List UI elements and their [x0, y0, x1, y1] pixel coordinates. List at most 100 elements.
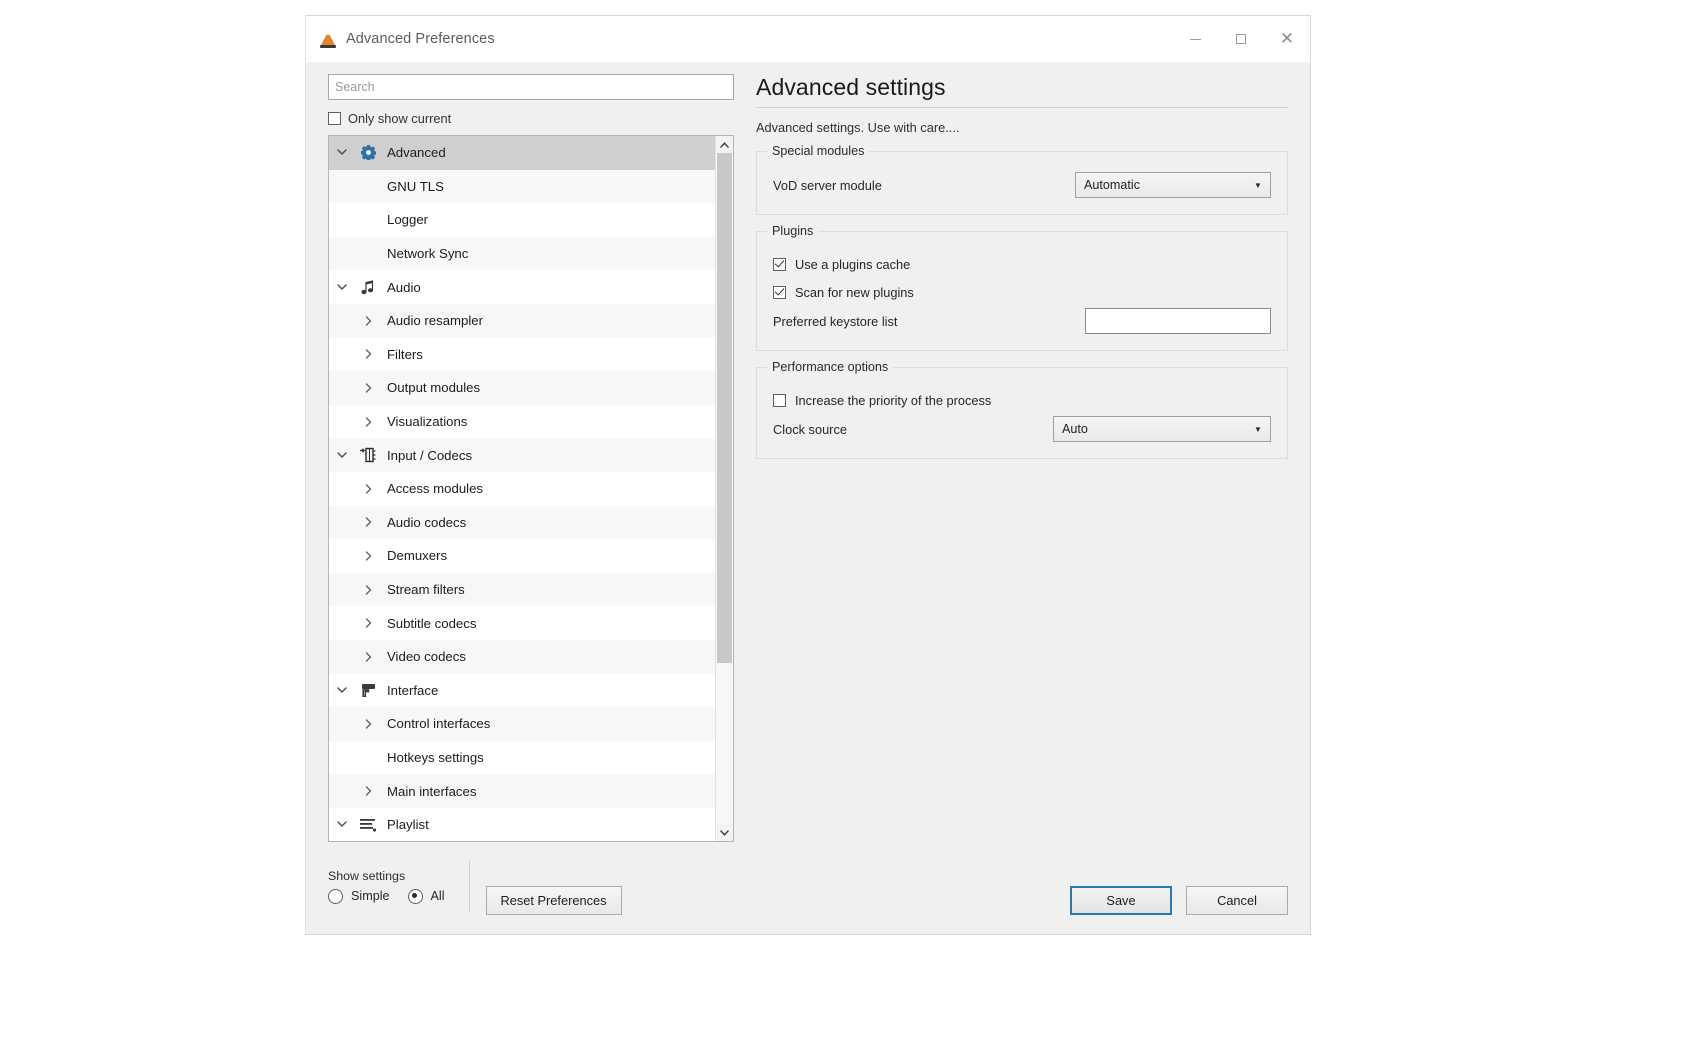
group-title-plugins: Plugins — [767, 224, 818, 238]
input-codecs-icon — [355, 447, 381, 463]
chevron-right-icon[interactable] — [355, 484, 381, 494]
tree-item-audio-resampler[interactable]: Audio resampler — [329, 304, 715, 338]
cancel-button[interactable]: Cancel — [1186, 886, 1288, 915]
increase-priority-label: Increase the priority of the process — [795, 393, 991, 408]
scroll-up-arrow-icon[interactable] — [716, 136, 733, 153]
scan-new-plugins-row[interactable]: Scan for new plugins — [773, 278, 1271, 306]
clock-source-row: Clock source Auto ▼ — [773, 414, 1271, 444]
chevron-right-icon[interactable] — [355, 585, 381, 595]
chevron-down-icon[interactable] — [329, 284, 355, 291]
tree-item-audio-codecs[interactable]: Audio codecs — [329, 506, 715, 540]
use-plugins-cache-label: Use a plugins cache — [795, 257, 910, 272]
use-plugins-cache-checkbox[interactable] — [773, 258, 786, 271]
chevron-right-icon[interactable] — [355, 551, 381, 561]
chevron-right-icon[interactable] — [355, 349, 381, 359]
tree-item-filters[interactable]: Filters — [329, 338, 715, 372]
only-show-current-row[interactable]: Only show current — [328, 109, 734, 127]
title-divider — [756, 107, 1288, 108]
preferred-keystore-input[interactable] — [1085, 308, 1271, 334]
tree-item-label: Output modules — [381, 380, 480, 395]
tree-item-audio[interactable]: Audio — [329, 270, 715, 304]
tree-item-visualizations[interactable]: Visualizations — [329, 405, 715, 439]
tree-item-playlist[interactable]: Playlist — [329, 808, 715, 841]
tree-item-input-codecs[interactable]: Input / Codecs — [329, 438, 715, 472]
dialog-footer: Show settings Simple All Reset Preferenc… — [306, 856, 1310, 934]
close-icon: ✕ — [1280, 31, 1294, 48]
chevron-right-icon[interactable] — [355, 383, 381, 393]
right-pane: Advanced settings Advanced settings. Use… — [734, 74, 1288, 856]
search-box[interactable] — [328, 74, 734, 100]
page-title: Advanced settings — [756, 74, 1288, 107]
tree-item-advanced[interactable]: Advanced — [329, 136, 715, 170]
tree-item-demuxers[interactable]: Demuxers — [329, 539, 715, 573]
chevron-down-icon[interactable] — [329, 452, 355, 459]
window-controls: ✕ — [1172, 16, 1310, 62]
increase-priority-row[interactable]: Increase the priority of the process — [773, 386, 1271, 414]
clock-source-select[interactable]: Auto ▼ — [1053, 416, 1271, 442]
preferred-keystore-row: Preferred keystore list — [773, 306, 1271, 336]
minimize-icon — [1190, 39, 1201, 40]
save-button[interactable]: Save — [1070, 886, 1172, 915]
scan-new-plugins-label: Scan for new plugins — [795, 285, 914, 300]
tree-item-output-modules[interactable]: Output modules — [329, 371, 715, 405]
chevron-down-icon: ▼ — [1250, 181, 1266, 190]
minimize-button[interactable] — [1172, 16, 1218, 62]
increase-priority-checkbox[interactable] — [773, 394, 786, 407]
search-input[interactable] — [335, 80, 727, 94]
tree-scrollbar-track[interactable] — [716, 153, 733, 824]
gear-icon — [355, 145, 381, 160]
tree-item-gnu-tls[interactable]: GNU TLS — [329, 170, 715, 204]
tree-item-network-sync[interactable]: Network Sync — [329, 237, 715, 271]
tree-item-label: Control interfaces — [381, 716, 490, 731]
maximize-icon — [1236, 34, 1246, 44]
tree-item-label: Video codecs — [381, 649, 466, 664]
close-button[interactable]: ✕ — [1264, 16, 1310, 62]
chevron-down-icon[interactable] — [329, 687, 355, 694]
tree-item-label: Network Sync — [381, 246, 468, 261]
tree-item-hotkeys-settings[interactable]: Hotkeys settings — [329, 741, 715, 775]
maximize-button[interactable] — [1218, 16, 1264, 62]
chevron-down-icon[interactable] — [329, 149, 355, 156]
tree-item-interface[interactable]: Interface — [329, 674, 715, 708]
vod-server-module-label: VoD server module — [773, 178, 882, 193]
vod-server-module-value: Automatic — [1084, 178, 1250, 192]
radio-all-label: All — [431, 889, 445, 903]
chevron-down-icon[interactable] — [329, 821, 355, 828]
settings-tree[interactable]: Advanced GNU TLSLogger Network Sync Audio Au… — [329, 136, 715, 841]
reset-preferences-button[interactable]: Reset Preferences — [486, 886, 622, 915]
vod-server-module-select[interactable]: Automatic ▼ — [1075, 172, 1271, 198]
chevron-right-icon[interactable] — [355, 316, 381, 326]
group-performance-options: Performance options Increase the priorit… — [756, 367, 1288, 459]
tree-scrollbar-thumb[interactable] — [717, 153, 732, 663]
tree-item-subtitle-codecs[interactable]: Subtitle codecs — [329, 606, 715, 640]
radio-all[interactable] — [408, 889, 423, 904]
radio-simple[interactable] — [328, 889, 343, 904]
chevron-right-icon[interactable] — [355, 786, 381, 796]
tree-item-label: Advanced — [381, 145, 446, 160]
group-title-performance-options: Performance options — [767, 360, 893, 374]
title-bar-left: Advanced Preferences — [306, 31, 495, 48]
chevron-right-icon[interactable] — [355, 417, 381, 427]
group-plugins: Plugins Use a plugins cache Scan for new… — [756, 231, 1288, 351]
tree-item-stream-filters[interactable]: Stream filters — [329, 573, 715, 607]
music-note-icon — [355, 280, 381, 295]
chevron-right-icon[interactable] — [355, 652, 381, 662]
tree-item-logger[interactable]: Logger — [329, 203, 715, 237]
tree-item-label: Audio — [381, 280, 421, 295]
chevron-right-icon[interactable] — [355, 517, 381, 527]
scan-new-plugins-checkbox[interactable] — [773, 286, 786, 299]
tree-item-label: Demuxers — [381, 548, 447, 563]
tree-scrollbar[interactable] — [715, 136, 733, 841]
chevron-right-icon[interactable] — [355, 618, 381, 628]
tree-item-main-interfaces[interactable]: Main interfaces — [329, 774, 715, 808]
tree-item-video-codecs[interactable]: Video codecs — [329, 640, 715, 674]
only-show-current-checkbox[interactable] — [328, 112, 341, 125]
tree-item-access-modules[interactable]: Access modules — [329, 472, 715, 506]
tree-item-control-interfaces[interactable]: Control interfaces — [329, 707, 715, 741]
chevron-right-icon[interactable] — [355, 719, 381, 729]
use-plugins-cache-row[interactable]: Use a plugins cache — [773, 250, 1271, 278]
tree-item-label: Playlist — [381, 817, 429, 832]
tree-item-label: Audio resampler — [381, 313, 483, 328]
window-title: Advanced Preferences — [346, 31, 495, 47]
scroll-down-arrow-icon[interactable] — [716, 824, 733, 841]
